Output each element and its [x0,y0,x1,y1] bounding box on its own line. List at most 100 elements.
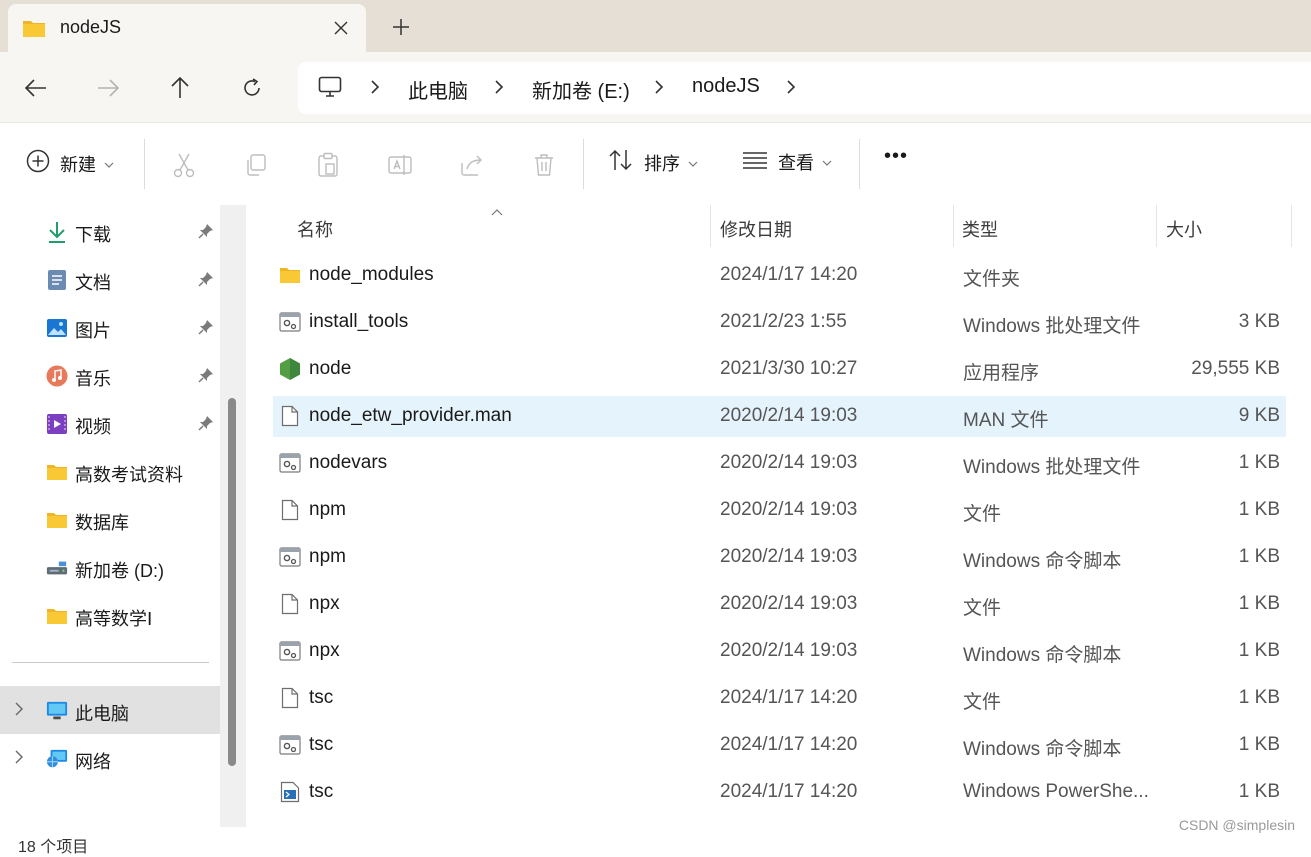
file-row[interactable]: npx 2020/2/14 19:03 文件 1 KB [273,584,1286,625]
batch-file-icon [279,452,301,474]
sidebar-item-this-pc[interactable]: 此电脑 [0,686,220,734]
watermark: CSDN @simplesin [1178,817,1295,833]
file-row[interactable]: node_etw_provider.man 2020/2/14 19:03 MAN … [273,396,1286,437]
breadcrumb-nodejs[interactable]: nodeJS [692,75,760,98]
sidebar-divider [12,662,209,663]
file-name: node_modules [309,264,434,285]
file-row[interactable]: node_modules 2024/1/17 14:20 文件夹 [273,255,1286,296]
tab-nodejs[interactable]: nodeJS [8,4,366,52]
file-date: 2024/1/17 14:20 [720,687,858,708]
sidebar-item-label: 音乐 [75,369,111,389]
file-row[interactable]: npx 2020/2/14 19:03 Windows 命令脚本 1 KB [273,631,1286,672]
file-size: 1 KB [1238,687,1280,708]
file-name: npm [309,499,346,520]
column-divider[interactable] [953,205,954,247]
sidebar-item-database[interactable]: 数据库 [0,495,220,543]
navigation-bar: 此电脑 新加卷 (E:) nodeJS [0,52,1311,122]
file-name: npx [309,640,340,661]
pin-icon[interactable] [198,367,214,388]
folder-icon [46,605,68,627]
more-options-button[interactable]: ••• [884,145,908,168]
forward-button[interactable] [90,70,126,106]
file-row[interactable]: nodevars 2020/2/14 19:03 Windows 批处理文件 1 KB [273,443,1286,484]
file-name: npm [309,546,346,567]
pin-icon[interactable] [198,319,214,340]
breadcrumb-this-pc[interactable]: 此电脑 [408,75,468,104]
new-tab-button[interactable] [384,10,418,44]
file-name: node [309,358,352,379]
pin-icon[interactable] [198,415,214,436]
file-name: tsc [309,781,334,802]
sidebar-item-advanced-math[interactable]: 高等数学Ⅰ [0,591,220,639]
sidebar-item-drive-d[interactable]: 新加卷 (D:) [0,543,220,591]
sidebar-item-gaoshu[interactable]: 高数考试资料 [0,447,220,495]
cut-icon[interactable] [170,151,198,179]
nodejs-icon [279,358,301,380]
pin-icon[interactable] [198,271,214,292]
sort-button[interactable]: 排序 [608,149,698,176]
file-row[interactable]: npm 2020/2/14 19:03 Windows 命令脚本 1 KB [273,537,1286,578]
chevron-right-icon[interactable] [14,702,24,721]
file-list: 名称 修改日期 类型 大小 node_modules 2024/1/17 14:2… [246,205,1311,841]
sidebar-item-pictures[interactable]: 图片 [0,303,220,351]
file-row[interactable]: tsc 2024/1/17 14:20 Windows PowerShe... 1 K… [273,772,1286,813]
tab-bar: nodeJS [0,0,1311,52]
address-bar[interactable]: 此电脑 新加卷 (E:) nodeJS [298,62,1311,114]
column-header-type[interactable]: 类型 [962,216,998,242]
view-button[interactable]: 查看 [742,149,832,175]
rename-icon[interactable] [386,151,414,179]
refresh-button[interactable] [234,70,270,106]
sidebar-item-network[interactable]: 网络 [0,734,220,782]
file-row[interactable]: node 2021/3/30 10:27 应用程序 29,555 KB [273,349,1286,390]
paste-icon[interactable] [314,151,342,179]
new-button[interactable]: 新建 [26,149,114,178]
file-date: 2021/3/30 10:27 [720,358,858,379]
sidebar-item-documents[interactable]: 文档 [0,255,220,303]
toolbar-divider [144,139,145,189]
download-icon [46,221,68,243]
column-divider[interactable] [1156,205,1157,247]
file-type: 应用程序 [963,363,1040,384]
close-tab-button[interactable] [326,13,356,43]
column-header-date[interactable]: 修改日期 [720,216,792,242]
column-header-size[interactable]: 大小 [1166,216,1202,242]
file-name: tsc [309,687,334,708]
column-divider[interactable] [1291,205,1292,247]
share-icon[interactable] [458,151,486,179]
file-name: npx [309,593,340,614]
file-type: MAN 文件 [963,410,1049,431]
sidebar-item-label: 高等数学Ⅰ [75,609,153,629]
up-button[interactable] [162,70,198,106]
file-type: 文件 [963,598,1002,619]
file-icon [279,405,301,427]
file-name: nodevars [309,452,388,473]
sidebar-item-videos[interactable]: 视频 [0,399,220,447]
sidebar-item-music[interactable]: 音乐 [0,351,220,399]
pin-icon[interactable] [198,223,214,244]
column-divider[interactable] [710,205,711,247]
item-count-status: 18 个项目 [18,839,89,856]
chevron-right-icon[interactable] [786,79,796,100]
delete-icon[interactable] [530,151,558,179]
file-row[interactable]: tsc 2024/1/17 14:20 文件 1 KB [273,678,1286,719]
sidebar-item-label: 新加卷 (D:) [75,561,164,581]
drive-icon [46,557,68,579]
chevron-right-icon[interactable] [14,750,24,769]
network-icon [46,748,68,770]
column-header-name[interactable]: 名称 [297,216,333,242]
back-button[interactable] [18,70,54,106]
file-row[interactable]: install_tools 2021/2/23 1:55 Windows 批处理文件… [273,302,1286,343]
sidebar-scrollbar[interactable] [228,398,236,766]
breadcrumb-drive-e[interactable]: 新加卷 (E:) [532,75,630,104]
pc-icon [46,700,68,722]
folder-icon [46,509,68,531]
toolbar-divider [583,139,584,189]
music-icon [46,365,68,387]
file-row[interactable]: npm 2020/2/14 19:03 文件 1 KB [273,490,1286,531]
sidebar-item-downloads[interactable]: 下载 [0,207,220,255]
tab-title: nodeJS [60,17,122,37]
sort-label: 排序 [644,153,680,174]
copy-icon[interactable] [242,151,270,179]
file-name: tsc [309,734,334,755]
file-row[interactable]: tsc 2024/1/17 14:20 Windows 命令脚本 1 KB [273,725,1286,766]
